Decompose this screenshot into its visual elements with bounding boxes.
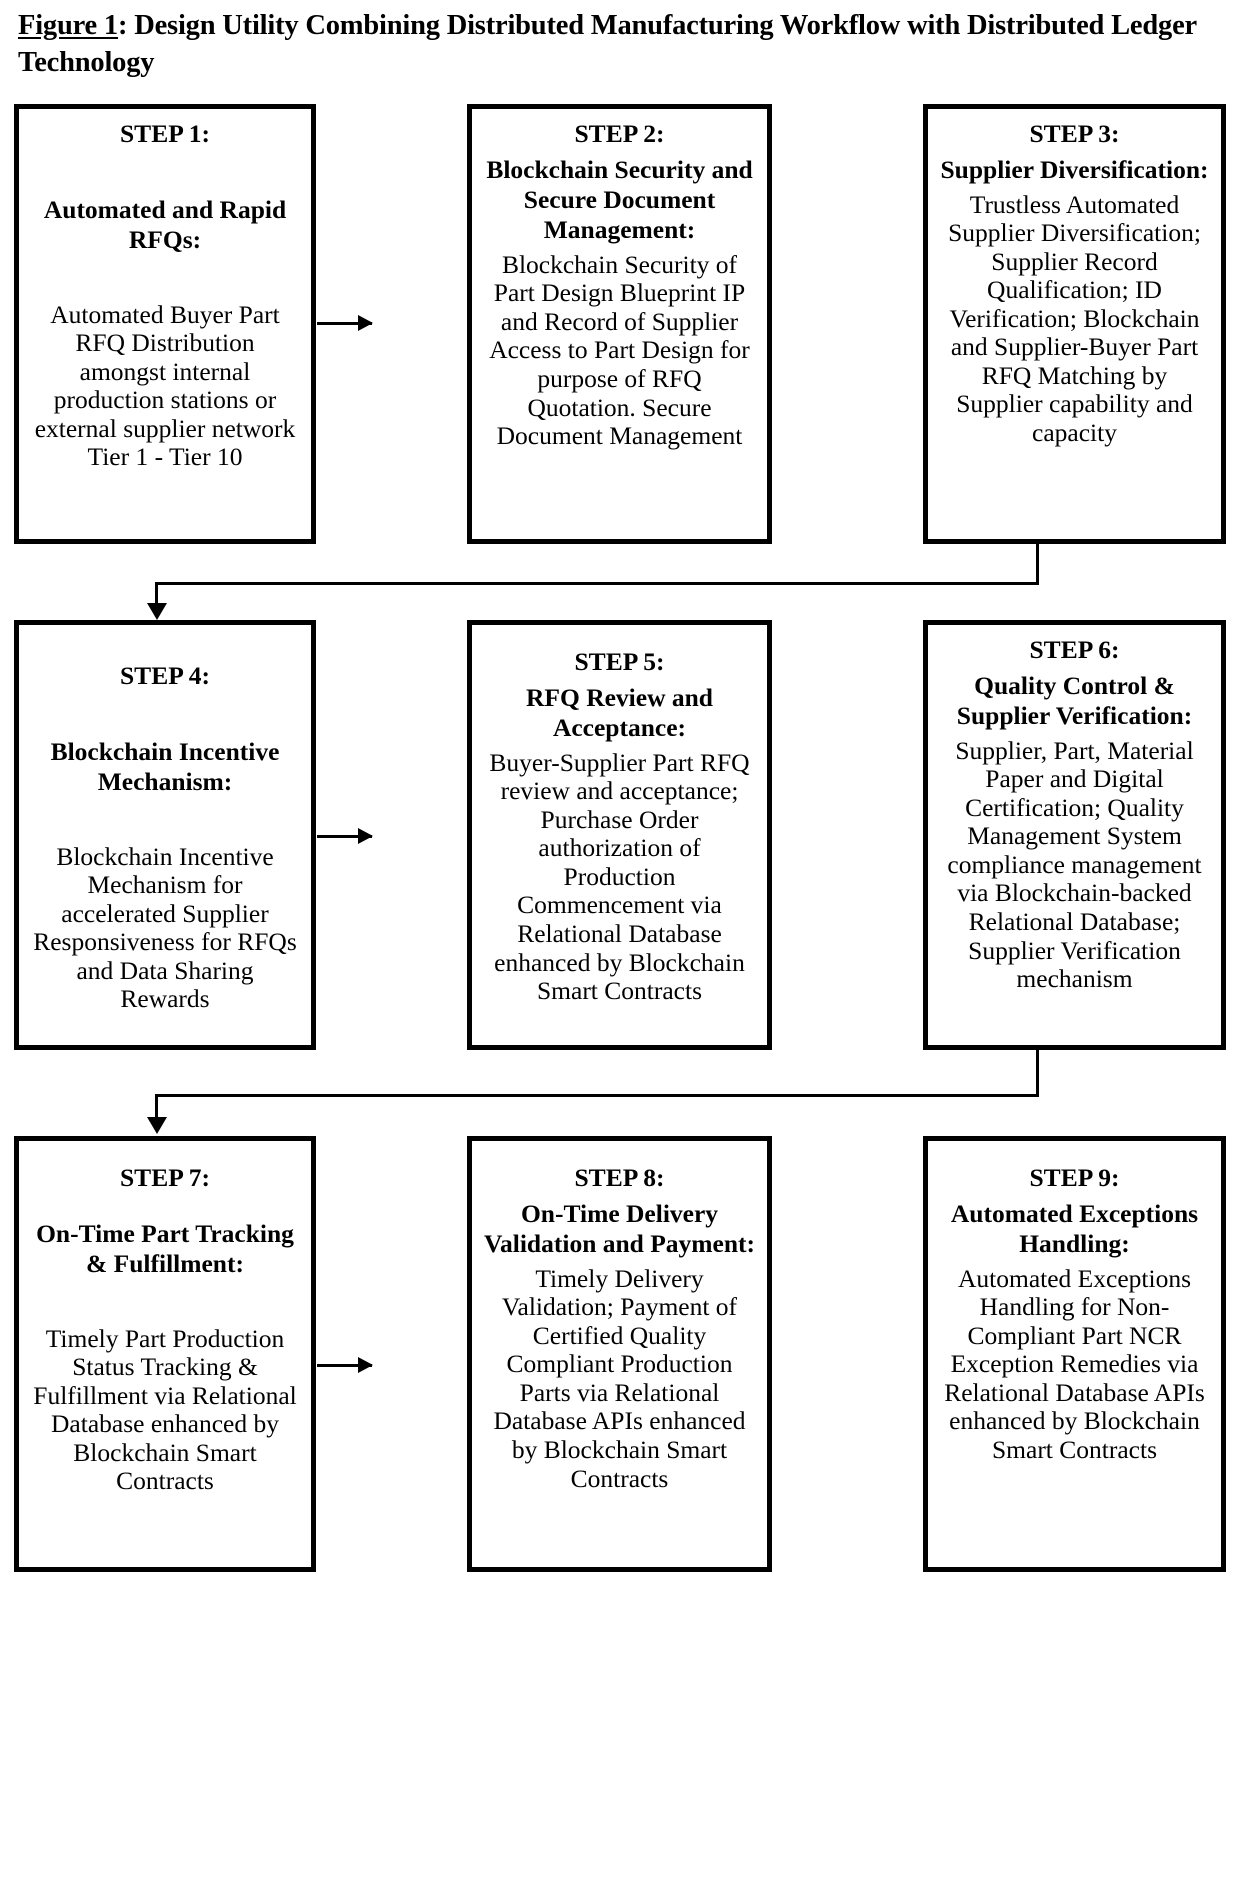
step-8-subtitle: On-Time Delivery Validation and Payment: — [483, 1198, 756, 1258]
step-box-1[interactable]: STEP 1: Automated and Rapid RFQs: Automa… — [14, 103, 316, 544]
arrow-step1-to-step2 — [317, 321, 372, 325]
step-2-body: Blockchain Security of Part Design Bluep… — [489, 249, 750, 451]
figure-root: Figure 1: Design Utility Combining Distr… — [0, 8, 1240, 1882]
step-box-6[interactable]: STEP 6: Quality Control & Supplier Verif… — [923, 619, 1226, 1050]
z-seg-across — [155, 581, 1039, 585]
step-4-heading: STEP 4: — [120, 660, 210, 690]
arrow-step7-to-step8 — [317, 1363, 372, 1367]
step-3-subtitle: Supplier Diversification: — [940, 154, 1209, 184]
step-box-2[interactable]: STEP 2: Blockchain Security and Secure D… — [467, 103, 772, 544]
connector-row-1 — [14, 543, 1226, 620]
z-seg-across — [155, 1093, 1039, 1097]
step-6-body: Supplier, Part, Material Paper and Digit… — [947, 735, 1202, 994]
step-5-body: Buyer-Supplier Part RFQ review and accep… — [489, 747, 750, 1006]
flow-row-2: STEP 4: Blockchain Incentive Mechanism: … — [14, 619, 1226, 1050]
step-2-heading: STEP 2: — [574, 118, 665, 148]
step-box-9[interactable]: STEP 9: Automated Exceptions Handling: A… — [923, 1135, 1226, 1572]
step-6-subtitle: Quality Control & Supplier Verification: — [956, 670, 1193, 730]
step-7-subtitle: On-Time Part Tracking & Fulfillment: — [36, 1218, 294, 1278]
step-6-heading: STEP 6: — [1029, 634, 1120, 664]
step-5-subtitle: RFQ Review and Acceptance: — [526, 682, 713, 742]
figure-title-text: : Design Utility Combining Distributed M… — [18, 10, 1197, 78]
step-box-4[interactable]: STEP 4: Blockchain Incentive Mechanism: … — [14, 619, 316, 1050]
step-box-7[interactable]: STEP 7: On-Time Part Tracking & Fulfillm… — [14, 1135, 316, 1572]
step-8-body: Timely Delivery Validation; Payment of C… — [493, 1263, 746, 1493]
step-9-subtitle: Automated Exceptions Handling: — [950, 1198, 1199, 1258]
step-3-heading: STEP 3: — [1029, 118, 1120, 148]
step-3-body: Trustless Automated Supplier Diversifica… — [948, 189, 1201, 448]
step-4-body: Blockchain Incentive Mechanism for accel… — [33, 841, 297, 1014]
step-box-8[interactable]: STEP 8: On-Time Delivery Validation and … — [467, 1135, 772, 1572]
flow-row-1: STEP 1: Automated and Rapid RFQs: Automa… — [14, 103, 1226, 544]
step-box-5[interactable]: STEP 5: RFQ Review and Acceptance: Buyer… — [467, 619, 772, 1050]
step-1-heading: STEP 1: — [120, 118, 210, 148]
step-1-subtitle: Automated and Rapid RFQs: — [43, 194, 287, 254]
step-box-3[interactable]: STEP 3: Supplier Diversification: Trustl… — [923, 103, 1226, 544]
z-seg-down-right — [1036, 1049, 1039, 1097]
step-7-body: Timely Part Production Status Tracking &… — [33, 1323, 297, 1496]
step-9-heading: STEP 9: — [1029, 1162, 1120, 1192]
arrow-step4-to-step5 — [317, 834, 372, 838]
flow-row-3: STEP 7: On-Time Part Tracking & Fulfillm… — [14, 1135, 1226, 1572]
step-9-body: Automated Exceptions Handling for Non-Co… — [944, 1263, 1205, 1465]
step-5-heading: STEP 5: — [574, 646, 665, 676]
z-seg-down-right — [1036, 543, 1039, 585]
z-arrowhead — [146, 602, 167, 620]
step-1-body: Automated Buyer Part RFQ Distribution am… — [34, 299, 296, 472]
figure-title: Figure 1: Design Utility Combining Distr… — [18, 8, 1198, 82]
step-7-heading: STEP 7: — [120, 1162, 210, 1192]
figure-label: Figure 1 — [18, 10, 118, 41]
step-4-subtitle: Blockchain Incentive Mechanism: — [50, 736, 280, 796]
step-2-subtitle: Blockchain Security and Secure Document … — [486, 154, 753, 244]
connector-row-2 — [14, 1049, 1226, 1136]
flowchart: STEP 1: Automated and Rapid RFQs: Automa… — [14, 103, 1226, 1572]
step-8-heading: STEP 8: — [574, 1162, 665, 1192]
z-arrowhead — [146, 1116, 167, 1134]
